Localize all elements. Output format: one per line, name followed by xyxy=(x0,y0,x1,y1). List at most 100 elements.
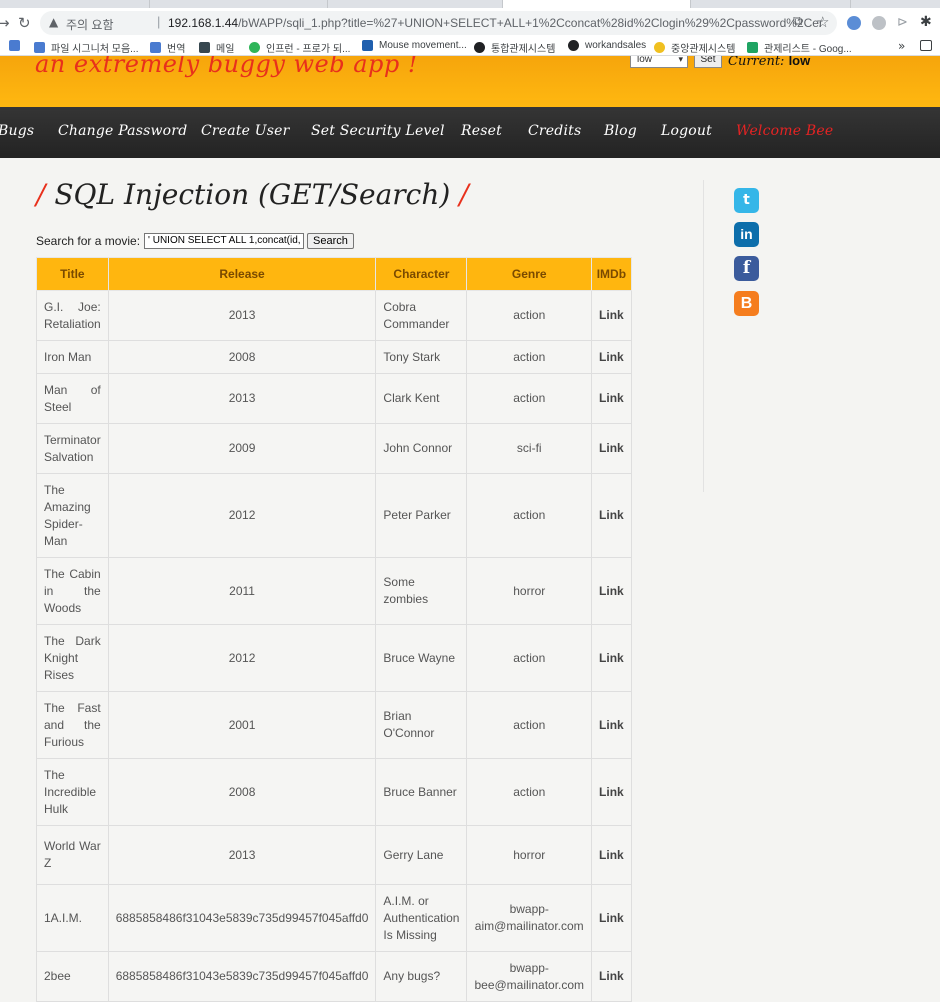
imdb-link[interactable]: Link xyxy=(591,557,632,625)
imdb-link[interactable]: Link xyxy=(591,884,632,952)
page-icon xyxy=(362,40,373,51)
cell-title: The Dark Knight Rises xyxy=(36,624,109,692)
table-row: The Cabin in the Woods 2011 Some zombies ho… xyxy=(36,557,632,625)
bookmarks-bar: 파일 시그니처 모음... 번역 메일 인프런 - 프로가 되... Mouse… xyxy=(0,38,940,56)
slogan: an extremely buggy web app ! xyxy=(35,56,419,78)
menu-credits[interactable]: Credits xyxy=(528,123,581,139)
imdb-link[interactable]: Link xyxy=(591,825,632,885)
menu-set-security-level[interactable]: Set Security Level xyxy=(311,123,445,139)
imdb-link[interactable]: Link xyxy=(591,373,632,424)
cell-genre: action xyxy=(466,290,593,341)
drive-icon xyxy=(747,42,758,53)
twitter-icon[interactable]: t xyxy=(734,188,759,213)
reading-list-icon[interactable] xyxy=(920,40,932,51)
security-label[interactable]: 주의 요함 xyxy=(66,16,114,33)
globe-icon xyxy=(474,42,485,53)
menu-reset[interactable]: Reset xyxy=(461,123,502,139)
imdb-link[interactable]: Link xyxy=(591,423,632,474)
bookmark-item[interactable]: 파일 시그니처 모음... xyxy=(34,40,139,55)
search-button[interactable]: Search xyxy=(307,233,354,249)
security-level-select[interactable]: low ▾ xyxy=(630,56,688,68)
cell-character: Bruce Banner xyxy=(375,758,468,826)
imdb-link[interactable]: Link xyxy=(591,951,632,1002)
menu-logout[interactable]: Logout xyxy=(661,123,712,139)
table-row: 2bee 6885858486f31043e5839c735d99457f045a… xyxy=(36,951,632,1002)
search-form: Search for a movie: ' UNION SELECT ALL 1… xyxy=(36,232,354,250)
cell-genre: action xyxy=(466,624,593,692)
chevron-down-icon: ▾ xyxy=(678,56,683,65)
column-header-imdb: IMDb xyxy=(591,257,632,291)
browser-tab[interactable] xyxy=(691,0,851,8)
cell-title: 2bee xyxy=(36,951,109,1002)
bookmark-item[interactable]: 중앙관제시스템 xyxy=(654,40,735,55)
search-label: Search for a movie: xyxy=(36,234,141,248)
cell-character: Any bugs? xyxy=(375,951,468,1002)
cell-genre: action xyxy=(466,691,593,759)
cell-genre: action xyxy=(466,340,593,374)
reload-icon[interactable]: ↻ xyxy=(18,14,31,32)
url-text[interactable]: 192.168.1.44/bWAPP/sqli_1.php?title=%27+… xyxy=(168,16,823,30)
browser-tab[interactable] xyxy=(328,0,503,8)
menu-blog[interactable]: Blog xyxy=(604,123,637,139)
cell-genre: horror xyxy=(466,825,593,885)
table-row: 1A.I.M. 6885858486f31043e5839c735d99457f0… xyxy=(36,884,632,952)
share-icon[interactable]: ⧉ xyxy=(793,14,802,29)
imdb-link[interactable]: Link xyxy=(591,624,632,692)
linkedin-icon[interactable]: in xyxy=(734,222,759,247)
table-row: The Incredible Hulk 2008 Bruce Banner actio… xyxy=(36,758,632,826)
browser-toolbar: → ↻ ▲ 주의 요함 | 192.168.1.44/bWAPP/sqli_1.… xyxy=(0,8,940,38)
extension-icon[interactable]: ⊳ xyxy=(897,15,911,30)
imdb-link[interactable]: Link xyxy=(591,290,632,341)
address-bar[interactable]: ▲ 주의 요함 | 192.168.1.44/bWAPP/sqli_1.php?… xyxy=(40,11,837,35)
bookmark-item[interactable]: 인프런 - 프로가 되... xyxy=(249,40,350,55)
menu-create-user[interactable]: Create User xyxy=(201,123,290,139)
set-level-button[interactable]: Set xyxy=(694,56,722,68)
bookmark-item[interactable]: 통합관제시스템 xyxy=(474,40,555,55)
bookmark-item[interactable]: Mouse movement... xyxy=(362,40,467,51)
search-input[interactable]: ' UNION SELECT ALL 1,concat(id, xyxy=(144,233,305,249)
table-row: Man of Steel 2013 Clark Kent action Link xyxy=(36,373,632,424)
imdb-link[interactable]: Link xyxy=(591,473,632,558)
facebook-icon[interactable]: f xyxy=(734,256,759,281)
cell-release: 2013 xyxy=(107,373,377,424)
extension-icon[interactable] xyxy=(872,16,886,30)
browser-tab[interactable] xyxy=(0,0,150,8)
cell-title: The Amazing Spider-Man xyxy=(36,473,109,558)
forward-icon[interactable]: → xyxy=(0,14,10,32)
bookmark-item[interactable]: 관제리스트 - Goog... xyxy=(747,40,852,55)
browser-tab-active[interactable] xyxy=(503,0,691,8)
imdb-link[interactable]: Link xyxy=(591,340,632,374)
cell-genre: horror xyxy=(466,557,593,625)
browser-tab[interactable] xyxy=(150,0,328,8)
browser-tab-strip xyxy=(0,0,940,8)
cell-release: 2012 xyxy=(107,624,377,692)
bookmark-item[interactable]: workandsales xyxy=(568,40,646,51)
cell-title: The Incredible Hulk xyxy=(36,758,109,826)
imdb-link[interactable]: Link xyxy=(591,758,632,826)
column-header-character: Character xyxy=(375,257,468,291)
cell-genre: action xyxy=(466,758,593,826)
cell-title: G.I. Joe: Retaliation xyxy=(36,290,109,341)
cell-title: The Cabin in the Woods xyxy=(36,557,109,625)
column-header-title: Title xyxy=(36,257,109,291)
puzzle-icon[interactable]: ✱ xyxy=(920,14,934,30)
table-header-row: Title Release Character Genre IMDb xyxy=(36,257,632,291)
bookmark-item[interactable]: 메일 xyxy=(199,40,234,55)
bookmarks-more-icon[interactable]: » xyxy=(898,39,905,53)
bookmark-star-icon[interactable]: ☆ xyxy=(816,13,829,31)
menu-change-password[interactable]: Change Password xyxy=(58,123,187,139)
current-level: Current: low xyxy=(728,56,811,69)
page-title: / SQL Injection (GET/Search) / xyxy=(36,178,469,211)
warning-icon[interactable]: ▲ xyxy=(49,15,58,29)
table-row: World War Z 2013 Gerry Lane horror Link xyxy=(36,825,632,885)
blogger-icon[interactable]: B xyxy=(734,291,759,316)
cell-title: Terminator Salvation xyxy=(36,423,109,474)
menu-bugs[interactable]: Bugs xyxy=(0,123,34,139)
cell-title: 1A.I.M. xyxy=(36,884,109,952)
bookmark-apps[interactable] xyxy=(9,40,26,51)
table-row: The Amazing Spider-Man 2012 Peter Parker ac… xyxy=(36,473,632,558)
imdb-link[interactable]: Link xyxy=(591,691,632,759)
cell-genre: action xyxy=(466,473,593,558)
bookmark-item[interactable]: 번역 xyxy=(150,40,185,55)
extension-icon[interactable] xyxy=(847,16,861,30)
